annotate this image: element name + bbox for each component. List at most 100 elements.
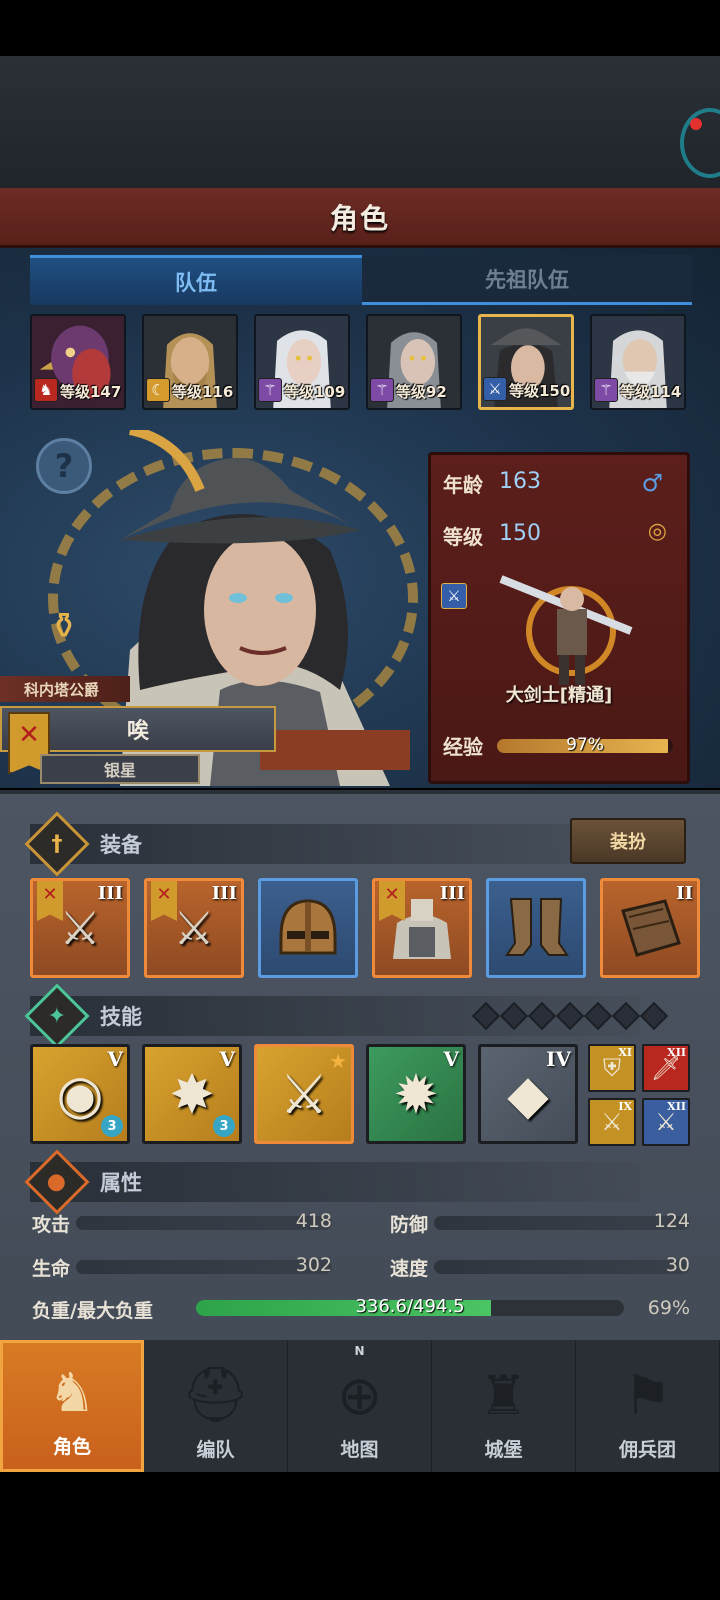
tab-team[interactable]: 队伍 (30, 255, 362, 305)
active-skills: ◉ V 3 ✸ V 3 ⚔ ★ ✹ V ◆ IV (30, 1044, 578, 1144)
skill-point-diamond-icon (471, 1001, 501, 1031)
crossed-out-banner-icon: ✕ (37, 881, 63, 921)
nav-map[interactable]: N ⊕ 地图 (288, 1340, 432, 1472)
exp-label: 经验 (443, 735, 483, 759)
nav-label: 地图 (340, 1439, 379, 1461)
nav-formation[interactable]: ⛑ 编队 (144, 1340, 288, 1472)
hero-card-elf-woman[interactable]: ⚚ 等级109 (254, 314, 350, 410)
tab-ancestor-team[interactable]: 先祖队伍 (362, 255, 692, 305)
helmet-icon (279, 899, 337, 955)
whirlwind-icon: ◉ (56, 1062, 104, 1126)
passive-crossed-swords-blue[interactable]: ⚔ XII (642, 1098, 690, 1146)
help-button[interactable]: ? (36, 438, 92, 494)
skill-tier: V (443, 1047, 459, 1071)
hero-level: 等级147 (60, 383, 122, 401)
compass-map-icon: ⊕ (336, 1364, 383, 1427)
tier-label: III (211, 883, 237, 904)
castle-icon: ♜ (479, 1364, 528, 1427)
skill-tier: V (219, 1047, 235, 1071)
mercenary-icon: ⚑ (623, 1364, 672, 1427)
bottom-nav: ♞ 角色 ⛑ 编队 N ⊕ 地图 ♜ 城堡 ⚑ 佣兵团 (0, 1340, 720, 1472)
passive-tier: IX (618, 1100, 632, 1113)
sword-class-icon: ⚔ (441, 583, 467, 609)
passive-shield[interactable]: ⛨ XI (588, 1044, 636, 1092)
halberd-icon: ⚔ (173, 901, 215, 955)
skill-charge-badge: 3 (101, 1115, 123, 1137)
hero-level: 等级150 (509, 382, 571, 400)
notification-dot (690, 118, 702, 130)
rank-plate: 银星 (40, 754, 200, 784)
load-value: 336.6/494.5 (355, 1296, 465, 1317)
skill-point-diamond-icon (555, 1001, 585, 1031)
top-background (0, 56, 720, 188)
equip-slot-helmet[interactable] (258, 878, 358, 978)
page-title: 角色 (329, 201, 390, 235)
skill-point-diamond-icon (499, 1001, 529, 1031)
equip-slot-weapon-1[interactable]: ✕ ⚔ III (30, 878, 130, 978)
equipment-header: † 装备 (24, 811, 640, 877)
nav-label: 角色 (52, 1436, 91, 1458)
skill-crystal-burst[interactable]: ✹ V (366, 1044, 466, 1144)
skills-title: 技能 (100, 1005, 142, 1029)
skill-crystal-hand[interactable]: ◆ IV (478, 1044, 578, 1144)
level-value: 150 (499, 521, 541, 546)
exp-percent: 97% (566, 735, 604, 755)
crystal-hand-icon: ◆ (507, 1062, 549, 1126)
skill-point-diamond-icon (583, 1001, 613, 1031)
passive-skills: ⛨ XI 🗡 XII ⚔ IX ⚔ XII (588, 1044, 690, 1146)
helmet-group-icon: ⛑ (181, 1363, 250, 1426)
attack-label: 攻击 (32, 1214, 71, 1236)
compass-north-label: N (354, 1344, 365, 1358)
passive-crossed-swords[interactable]: ⚔ IX (588, 1098, 636, 1146)
speed-value: 30 (665, 1254, 690, 1276)
class-badge-icon: ☾ (146, 378, 170, 402)
passive-tier: XII (667, 1100, 686, 1113)
crossed-out-banner-icon: ✕ (151, 881, 177, 921)
hero-level: 等级92 (396, 383, 447, 401)
skill-point-diamond-icon (639, 1001, 669, 1031)
nav-castle[interactable]: ♜ 城堡 (432, 1340, 576, 1472)
stat-card: 年龄 163 ♂ 等级 150 ◎ ⚔ 大剑士[精通] 经验 97% (428, 452, 690, 784)
skill-sword-aura[interactable]: ⚔ ★ (254, 1044, 354, 1144)
equip-slot-boots[interactable] (486, 878, 586, 978)
load-label: 负重/最大负重 (32, 1300, 153, 1322)
life-label: 生命 (32, 1258, 71, 1280)
boots-icon (505, 898, 569, 956)
crystal-burst-icon: ✹ (393, 1062, 439, 1126)
hero-card-bearded-man[interactable]: ☾ 等级116 (142, 314, 238, 410)
equip-slot-armor[interactable]: ✕ III (372, 878, 472, 978)
hero-card-old-elf[interactable]: ⚚ 等级114 (590, 314, 686, 410)
outfit-button[interactable]: 装扮 (570, 818, 686, 864)
equip-slot-weapon-2[interactable]: ✕ ⚔ III (144, 878, 244, 978)
hero-card-turkey[interactable]: ♞ 等级147 (30, 314, 126, 410)
nav-character[interactable]: ♞ 角色 (0, 1340, 144, 1472)
class-badge-icon: ⚚ (258, 378, 282, 402)
class-sprite (499, 575, 633, 685)
hero-card-dark-elf[interactable]: ⚚ 等级92 (366, 314, 462, 410)
class-badge-icon: ⚚ (594, 378, 618, 402)
passive-tier: XII (667, 1046, 686, 1059)
nav-mercenary[interactable]: ⚑ 佣兵团 (576, 1340, 720, 1472)
potion-button[interactable]: ⚱ (36, 596, 92, 656)
sword-aura-icon: ⚔ (279, 1062, 329, 1126)
hero-level: 等级109 (284, 383, 346, 401)
rank-label: 银星 (103, 761, 136, 780)
wedding-ring-icon[interactable]: ◎ (648, 519, 667, 544)
title-banner: 角色 (0, 188, 720, 248)
skill-point-indicators (471, 1001, 669, 1031)
burst-strike-icon: ✸ (169, 1062, 215, 1126)
equip-slot-book[interactable]: II (600, 878, 700, 978)
character-name: 唉 (126, 719, 149, 744)
life-value: 302 (295, 1254, 332, 1276)
skill-burst-strike[interactable]: ✸ V 3 (142, 1044, 242, 1144)
knight-icon: ♞ (47, 1361, 97, 1424)
noble-title: 科内塔公爵 (0, 676, 130, 702)
nav-label: 城堡 (484, 1439, 523, 1461)
hero-card-hat-woman[interactable]: ⚔ 等级150 (478, 314, 574, 410)
nav-label: 佣兵团 (618, 1439, 676, 1461)
skill-whirlwind[interactable]: ◉ V 3 (30, 1044, 130, 1144)
class-badge-icon: ⚔ (483, 377, 507, 401)
tab-team-label: 队伍 (175, 270, 217, 295)
attributes-title: 属性 (100, 1171, 142, 1195)
passive-sword[interactable]: 🗡 XII (642, 1044, 690, 1092)
